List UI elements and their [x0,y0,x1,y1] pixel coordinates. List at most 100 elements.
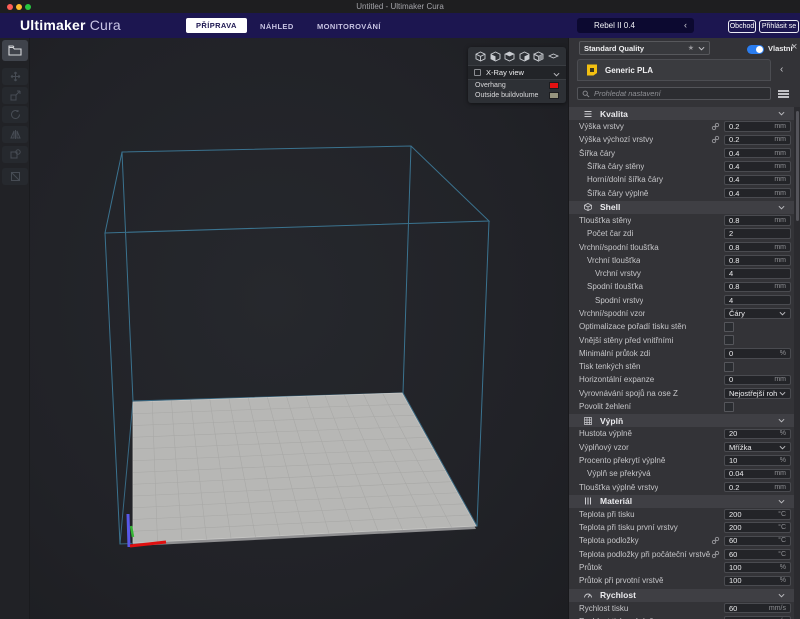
setting-value-box[interactable]: 0mm [724,375,791,386]
cura-logo: Ultimaker Cura [20,17,121,33]
profile-dropdown[interactable]: Standard Quality ★ [579,41,710,55]
collapse-panel-icon[interactable]: ‹ [780,64,783,75]
setting-row: Teplota při tisku první vrstvy200°C [569,521,794,534]
setting-value: 0.4 [729,175,774,184]
viewport-3d[interactable]: X-Ray view Overhang Outside buildvolume [30,38,568,619]
legend-outside-buildvolume: Outside buildvolume [468,92,566,104]
setting-dropdown[interactable]: Nejostřejší roh [724,388,791,399]
section-title: Výplň [600,416,778,426]
setting-checkbox[interactable] [724,362,734,372]
setting-row: Výška vrstvy0.2mm [569,120,794,133]
right-view-icon[interactable] [533,51,544,62]
setting-value-box[interactable]: 20% [724,429,791,440]
setting-value-box[interactable]: 0.2mm [724,482,791,493]
xray-view-icon [474,69,481,76]
setting-label: Vnější stěny před vnitřními [579,336,673,345]
view-mode-dropdown[interactable]: X-Ray view [468,65,566,80]
setting-value-box[interactable]: 200°C [724,509,791,520]
bottom-view-icon[interactable] [548,51,559,62]
setting-value-box[interactable]: 200°C [724,522,791,533]
setting-label: Tloušťka výplně vrstvy [579,483,658,492]
3d-view-icon[interactable] [475,51,486,62]
section-header-material[interactable]: Materiál [569,495,794,508]
setting-value-box[interactable]: 0.4mm [724,161,791,172]
setting-value-box[interactable]: 0.4mm [724,148,791,159]
close-icon[interactable]: × [791,41,797,53]
tab-prepare[interactable]: PŘÍPRAVA [186,18,247,33]
setting-value-box[interactable]: 0.2mm [724,121,791,132]
setting-label: Výplňový vzor [579,443,629,452]
setting-value-box[interactable]: 100% [724,576,791,587]
setting-value: Čáry [729,309,779,318]
section-title: Rychlost [600,590,778,600]
rotate-tool-button[interactable] [2,106,28,123]
setting-value-box[interactable]: 0.2mm [724,135,791,146]
scrollbar-thumb[interactable] [796,111,799,221]
open-file-button[interactable] [2,40,28,61]
custom-settings-toggle[interactable] [747,45,764,54]
tab-preview[interactable]: NÁHLED [260,22,294,31]
mirror-tool-button[interactable] [2,126,28,143]
section-header-kvalita[interactable]: Kvalita [569,107,794,120]
setting-label: Počet čar zdi [587,229,633,238]
setting-value-box[interactable]: 0.4mm [724,175,791,186]
setting-value-box[interactable]: 0% [724,348,791,359]
extruder-material-bar[interactable]: Generic PLA [577,59,771,81]
section-header-vypln[interactable]: Výplň [569,414,794,427]
setting-unit: mm [774,176,786,183]
material-icon [583,496,593,506]
setting-row: Vrchní tloušťka 0.8mm [569,254,794,267]
setting-value-box[interactable]: 0.4mm [724,188,791,199]
setting-value-box[interactable]: 60°C [724,536,791,547]
scale-tool-button[interactable] [2,87,28,104]
setting-value-box[interactable]: 60°C [724,549,791,560]
settings-menu-icon[interactable] [778,90,789,99]
setting-row: Šířka čáry0.4mm [569,147,794,160]
section-header-rychlost[interactable]: Rychlost [569,589,794,602]
setting-value-box[interactable]: 4 [724,295,791,306]
support-blocker-tool-button[interactable] [2,168,28,185]
move-tool-button[interactable] [2,68,28,85]
setting-row: Počet čar zdi 2 [569,227,794,240]
setting-label: Povolit žehlení [579,402,631,411]
setting-checkbox[interactable] [724,322,734,332]
setting-dropdown[interactable]: Mřížka [724,442,791,453]
setting-value-box[interactable]: 10% [724,455,791,466]
setting-value-box[interactable]: 2 [724,228,791,239]
setting-value-box[interactable]: 0.8mm [724,215,791,226]
top-view-icon[interactable] [504,51,515,62]
vypln-icon [583,416,593,426]
setting-checkbox[interactable] [724,335,734,345]
tool-sidebar [0,38,30,619]
setting-value-box[interactable]: 100% [724,562,791,573]
kvalita-icon [583,109,593,119]
printer-selector[interactable]: Rebel II 0.4 ‹ [577,18,694,33]
setting-unit: mm [774,244,786,251]
setting-label: Vrchní tloušťka [587,256,640,265]
tab-monitor[interactable]: MONITOROVÁNÍ [317,22,381,31]
per-model-settings-tool-icon [10,149,21,160]
setting-unit: mm [774,484,786,491]
setting-value: 4 [729,269,786,278]
setting-value-box[interactable]: 0.8mm [724,255,791,266]
section-header-shell[interactable]: Shell [569,201,794,214]
setting-unit: mm [774,376,786,383]
setting-value-box[interactable]: 0.04mm [724,469,791,480]
setting-unit: °C [778,511,786,518]
setting-value-box[interactable]: 4 [724,268,791,279]
setting-dropdown[interactable]: Čáry [724,308,791,319]
search-settings-field[interactable]: Prohledat nastavení [577,87,771,100]
cura-window: Untitled - Ultimaker Cura Ultimaker Cura… [0,0,800,619]
setting-checkbox[interactable] [724,402,734,412]
settings-scrollbar[interactable] [794,107,800,619]
setting-value-box[interactable]: 60mm/s [724,603,791,614]
sign-in-button[interactable]: Přihlásit se [759,20,799,33]
search-placeholder: Prohledat nastavení [594,89,661,98]
setting-label: Horizontální expanze [579,375,654,384]
marketplace-button[interactable]: Obchod [728,20,756,33]
left-view-icon[interactable] [519,51,530,62]
setting-value-box[interactable]: 0.8mm [724,242,791,253]
front-view-icon[interactable] [490,51,501,62]
setting-value-box[interactable]: 0.8mm [724,282,791,293]
per-model-settings-tool-button[interactable] [2,146,28,163]
